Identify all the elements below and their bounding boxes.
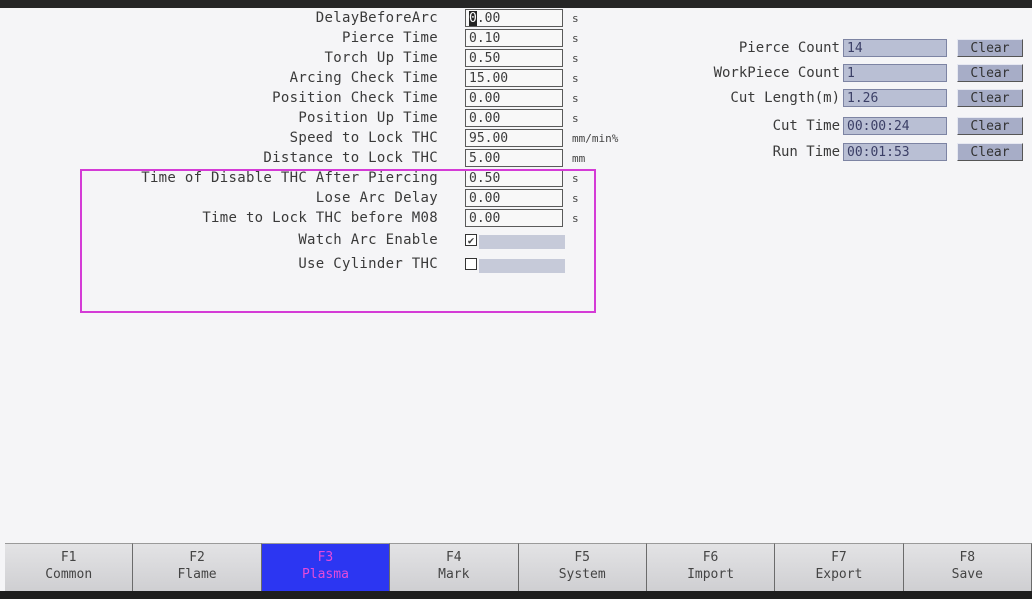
stat-value-cut-time: 00:00:24 [843,117,947,135]
clear-cut-length-button[interactable]: Clear [957,89,1023,107]
stat-label: Cut Time [772,118,840,134]
param-unit: s [572,52,579,65]
stat-value-cut-length: 1.26 [843,89,947,107]
param-unit: mm [572,152,586,165]
param-label: Lose Arc Delay [315,190,438,206]
param-label: Time to Lock THC before M08 [202,210,438,226]
param-unit: s [572,92,579,105]
param-label: Arcing Check Time [289,70,438,86]
param-unit: s [572,112,579,125]
param-label: Pierce Time [341,30,438,46]
checkbox-label: Use Cylinder THC [298,256,438,272]
fkey-code: F7 [831,550,847,565]
function-key-bar: F1 Common F2 Flame F3 Plasma F4 Mark F5 Syste… [5,543,1032,591]
checkbox-box [465,258,477,270]
stat-label: Cut Length(m) [730,90,840,106]
stat-label: Pierce Count [738,40,840,56]
stat-label: Run Time [772,144,840,160]
param-label: DelayBeforeArc [315,10,438,26]
fkey-label: Flame [177,567,217,582]
param-input-pierce-time[interactable]: 0.10 [465,29,563,47]
watch-arc-enable-checkbox[interactable]: ✔ [465,232,565,250]
param-input-lose-arc-delay[interactable]: 0.00 [465,189,563,207]
param-input-arcing-check-time[interactable]: 15.00 [465,69,563,87]
param-label: Distance to Lock THC [263,150,438,166]
fkey-code: F3 [317,550,334,565]
fkey-label: Save [951,567,983,582]
param-input-time-of-disable-thc[interactable]: 0.50 [465,169,563,187]
tab-flame[interactable]: F2 Flame [133,543,262,591]
param-label: Speed to Lock THC [289,130,438,146]
param-unit: s [572,12,579,25]
plasma-parameters-screen: DelayBeforeArc 0.00 s Pierce Time 0.10 s… [0,8,1032,591]
fkey-code: F2 [189,550,205,565]
fkey-code: F6 [702,550,719,565]
param-input-position-up-time[interactable]: 0.00 [465,109,563,127]
tab-save[interactable]: F8 Save [903,543,1032,591]
text-cursor: 0 [469,11,477,26]
tab-system[interactable]: F5 System [518,543,647,591]
param-unit: s [572,192,579,205]
param-label: Time of Disable THC After Piercing [141,170,438,186]
param-input-time-to-lock-thc-before-m08[interactable]: 0.00 [465,209,563,227]
stat-value-workpiece-count: 1 [843,64,947,82]
param-label: Torch Up Time [324,50,438,66]
param-input-distance-to-lock-thc[interactable]: 5.00 [465,149,563,167]
param-unit: s [572,212,579,225]
fkey-label: Mark [438,567,470,582]
monitor-bezel-bottom [0,591,1032,599]
tab-plasma[interactable]: F3 Plasma [261,543,391,591]
param-input-position-check-time[interactable]: 0.00 [465,89,563,107]
use-cylinder-thc-checkbox[interactable] [465,256,565,274]
clear-cut-time-button[interactable]: Clear [957,117,1023,135]
param-unit: mm/min% [572,132,619,145]
tab-export[interactable]: F7 Export [775,543,904,591]
fkey-label: Common [45,567,93,582]
fkey-code: F4 [445,550,462,565]
checkbox-fill [479,259,565,273]
fkey-label: System [558,567,606,582]
param-label: Position Up Time [298,110,438,126]
tab-common[interactable]: F1 Common [5,543,134,591]
checkbox-label: Watch Arc Enable [298,232,438,248]
clear-pierce-count-button[interactable]: Clear [957,39,1023,57]
check-mark-icon: ✔ [465,234,477,247]
stat-value-pierce-count: 14 [843,39,947,57]
fkey-code: F8 [959,550,976,565]
param-unit: s [572,32,579,45]
fkey-label: Plasma [301,567,349,582]
param-label: Position Check Time [272,90,438,106]
fkey-label: Export [815,567,863,582]
param-unit: s [572,72,579,85]
tab-mark[interactable]: F4 Mark [390,543,519,591]
fkey-code: F1 [60,550,77,565]
fkey-label: Import [687,567,735,582]
param-value: .00 [476,11,501,26]
fkey-code: F5 [574,550,591,565]
monitor-bezel-top [0,0,1032,8]
clear-run-time-button[interactable]: Clear [957,143,1023,161]
param-input-torch-up-time[interactable]: 0.50 [465,49,563,67]
tab-import[interactable]: F6 Import [646,543,776,591]
param-input-speed-to-lock-thc[interactable]: 95.00 [465,129,563,147]
param-unit: s [572,172,579,185]
checkbox-fill [479,235,565,249]
param-input-delay-before-arc[interactable]: 0.00 [465,9,563,27]
stat-label: WorkPiece Count [713,65,840,81]
clear-workpiece-count-button[interactable]: Clear [957,64,1023,82]
stat-value-run-time: 00:01:53 [843,143,947,161]
